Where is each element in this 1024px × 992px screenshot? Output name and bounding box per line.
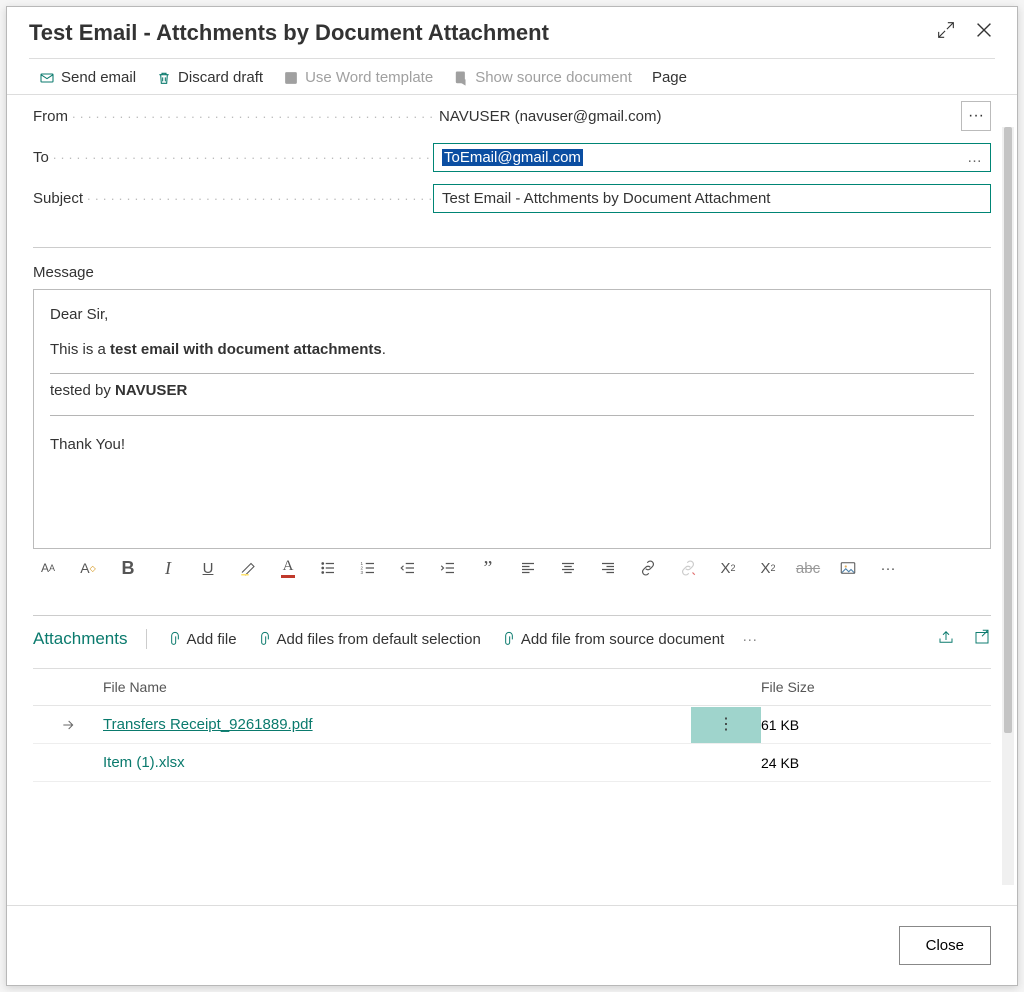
file-size: 24 KB xyxy=(761,745,991,781)
message-editor[interactable]: Dear Sir, This is a test email with docu… xyxy=(33,289,991,549)
insert-image-button[interactable] xyxy=(839,559,857,577)
message-closing: Thank You! xyxy=(50,434,974,457)
message-greeting: Dear Sir, xyxy=(50,304,974,327)
send-email-button[interactable]: Send email xyxy=(39,69,136,86)
row-menu-icon[interactable]: ⋮ xyxy=(718,717,734,733)
attachments-header-row: File Name File Size xyxy=(33,669,991,706)
attachments-section: Attachments Add file Add files from defa… xyxy=(33,615,991,782)
subject-input[interactable]: Test Email - Attchments by Document Atta… xyxy=(433,184,991,213)
rich-text-toolbar: AA A◇ B I U A 123 ” xyxy=(7,549,1017,585)
file-link[interactable]: Transfers Receipt_9261889.pdf xyxy=(103,716,313,733)
popout-icon[interactable] xyxy=(973,628,991,650)
unlink-button xyxy=(679,559,697,577)
font-size-decrease-icon[interactable]: AA xyxy=(39,559,57,577)
to-value: ToEmail@gmail.com xyxy=(442,149,583,166)
more-formatting-button[interactable]: ··· xyxy=(879,559,897,577)
underline-button[interactable]: U xyxy=(199,559,217,577)
quote-button[interactable]: ” xyxy=(479,559,497,577)
svg-text:3: 3 xyxy=(361,570,364,575)
from-value: NAVUSER (navuser@gmail.com) xyxy=(433,104,668,129)
close-icon[interactable] xyxy=(973,19,995,46)
subject-label: Subject xyxy=(33,190,83,207)
share-icon[interactable] xyxy=(937,628,955,650)
from-label: From xyxy=(33,108,68,125)
link-button[interactable] xyxy=(639,559,657,577)
discard-draft-button[interactable]: Discard draft xyxy=(156,69,263,86)
table-row[interactable]: Transfers Receipt_9261889.pdf ⋮ 61 KB xyxy=(33,706,991,744)
highlight-button[interactable] xyxy=(239,559,257,577)
use-word-template-label: Use Word template xyxy=(305,69,433,86)
send-email-label: Send email xyxy=(61,69,136,86)
message-tested-line: tested by NAVUSER xyxy=(50,380,974,403)
message-body-line: This is a test email with document attac… xyxy=(50,339,974,362)
add-file-button[interactable]: Add file xyxy=(165,631,237,648)
subject-row: Subject Test Email - Attchments by Docum… xyxy=(7,178,1017,219)
use-word-template-button: Use Word template xyxy=(283,69,433,86)
to-label: To xyxy=(33,149,49,166)
col-file-name[interactable]: File Name xyxy=(103,669,691,705)
show-source-document-label: Show source document xyxy=(475,69,632,86)
table-row[interactable]: Item (1).xlsx 24 KB xyxy=(33,744,991,782)
fields-separator xyxy=(33,247,991,248)
file-name[interactable]: Item (1).xlsx xyxy=(103,754,185,771)
scrollbar[interactable] xyxy=(1002,127,1014,885)
attachments-table: File Name File Size Transfers Receipt_92… xyxy=(33,668,991,782)
page-menu[interactable]: Page xyxy=(652,69,687,86)
expand-icon[interactable] xyxy=(935,19,957,46)
align-right-button[interactable] xyxy=(599,559,617,577)
dialog-header: Test Email - Attchments by Document Atta… xyxy=(7,7,1017,50)
align-left-button[interactable] xyxy=(519,559,537,577)
attachments-title: Attachments xyxy=(33,629,128,649)
indent-button[interactable] xyxy=(439,559,457,577)
add-file-source-button[interactable]: Add file from source document xyxy=(499,631,724,648)
show-source-document-button: Show source document xyxy=(453,69,632,86)
dialog-footer: Close xyxy=(7,905,1017,985)
align-center-button[interactable] xyxy=(559,559,577,577)
subject-value: Test Email - Attchments by Document Atta… xyxy=(442,190,770,207)
message-label: Message xyxy=(7,264,1017,289)
add-files-default-button[interactable]: Add files from default selection xyxy=(255,631,481,648)
subscript-button[interactable]: X2 xyxy=(759,559,777,577)
file-size: 61 KB xyxy=(761,707,991,743)
numbered-list-button[interactable]: 123 xyxy=(359,559,377,577)
italic-button[interactable]: I xyxy=(159,559,177,577)
attachments-toolbar: Attachments Add file Add files from defa… xyxy=(33,628,991,650)
to-input[interactable]: ToEmail@gmail.com … xyxy=(433,143,991,172)
discard-draft-label: Discard draft xyxy=(178,69,263,86)
attachments-more-button[interactable]: ··· xyxy=(742,631,757,648)
bullet-list-button[interactable] xyxy=(319,559,337,577)
close-button[interactable]: Close xyxy=(899,926,991,965)
to-row: To ToEmail@gmail.com … xyxy=(7,137,1017,178)
from-options-button[interactable]: ··· xyxy=(961,101,991,131)
dialog-body: From NAVUSER (navuser@gmail.com) ··· To … xyxy=(7,95,1017,905)
bold-button[interactable]: B xyxy=(119,559,137,577)
page-label: Page xyxy=(652,69,687,86)
font-size-increase-icon[interactable]: A◇ xyxy=(79,559,97,577)
action-toolbar: Send email Discard draft Use Word templa… xyxy=(7,59,1017,95)
to-lookup-icon[interactable]: … xyxy=(967,149,982,166)
superscript-button[interactable]: X2 xyxy=(719,559,737,577)
email-compose-dialog: Test Email - Attchments by Document Atta… xyxy=(6,6,1018,986)
scrollbar-thumb[interactable] xyxy=(1004,127,1012,733)
col-file-size[interactable]: File Size xyxy=(761,669,991,705)
dialog-title: Test Email - Attchments by Document Atta… xyxy=(29,20,549,46)
from-row: From NAVUSER (navuser@gmail.com) ··· xyxy=(7,95,1017,137)
outdent-button[interactable] xyxy=(399,559,417,577)
font-color-button[interactable]: A xyxy=(279,559,297,577)
strikethrough-button[interactable]: abc xyxy=(799,559,817,577)
